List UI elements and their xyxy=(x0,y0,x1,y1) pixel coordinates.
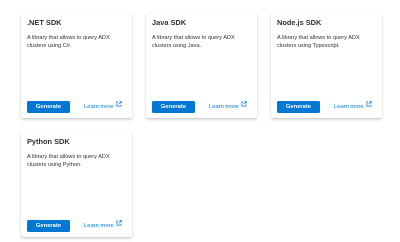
learn-more-link[interactable]: Learn more xyxy=(84,101,122,112)
generate-button[interactable]: Generate xyxy=(27,220,70,232)
learn-more-label: Learn more xyxy=(334,104,364,111)
external-link-icon xyxy=(116,101,122,111)
sdk-card-python: Python SDK A library that allows to quer… xyxy=(21,132,132,237)
sdk-card-dotnet: .NET SDK A library that allows to query … xyxy=(21,13,132,118)
card-description: A library that allows to query ADX clust… xyxy=(152,35,235,49)
card-title: Python SDK xyxy=(27,137,70,146)
sdk-card-grid: .NET SDK A library that allows to query … xyxy=(0,0,400,242)
learn-more-link[interactable]: Learn more xyxy=(209,101,247,112)
generate-button[interactable]: Generate xyxy=(152,101,195,113)
sdk-card-nodejs: Node.js SDK A library that allows to que… xyxy=(271,13,382,118)
card-title: Node.js SDK xyxy=(277,18,322,27)
learn-more-label: Learn more xyxy=(84,104,114,111)
generate-button[interactable]: Generate xyxy=(27,101,70,113)
card-title: .NET SDK xyxy=(27,18,62,27)
learn-more-link[interactable]: Learn more xyxy=(84,220,122,231)
external-link-icon xyxy=(366,101,372,111)
external-link-icon xyxy=(116,220,122,230)
card-description: A library that allows to query ADX clust… xyxy=(27,35,110,49)
learn-more-label: Learn more xyxy=(209,104,239,111)
card-description: A library that allows to query ADX clust… xyxy=(27,154,110,168)
learn-more-label: Learn more xyxy=(84,223,114,230)
sdk-card-java: Java SDK A library that allows to query … xyxy=(146,13,257,118)
card-title: Java SDK xyxy=(152,18,187,27)
card-description: A library that allows to query ADX clust… xyxy=(277,35,360,49)
learn-more-link[interactable]: Learn more xyxy=(334,101,372,112)
external-link-icon xyxy=(241,101,247,111)
generate-button[interactable]: Generate xyxy=(277,101,320,113)
